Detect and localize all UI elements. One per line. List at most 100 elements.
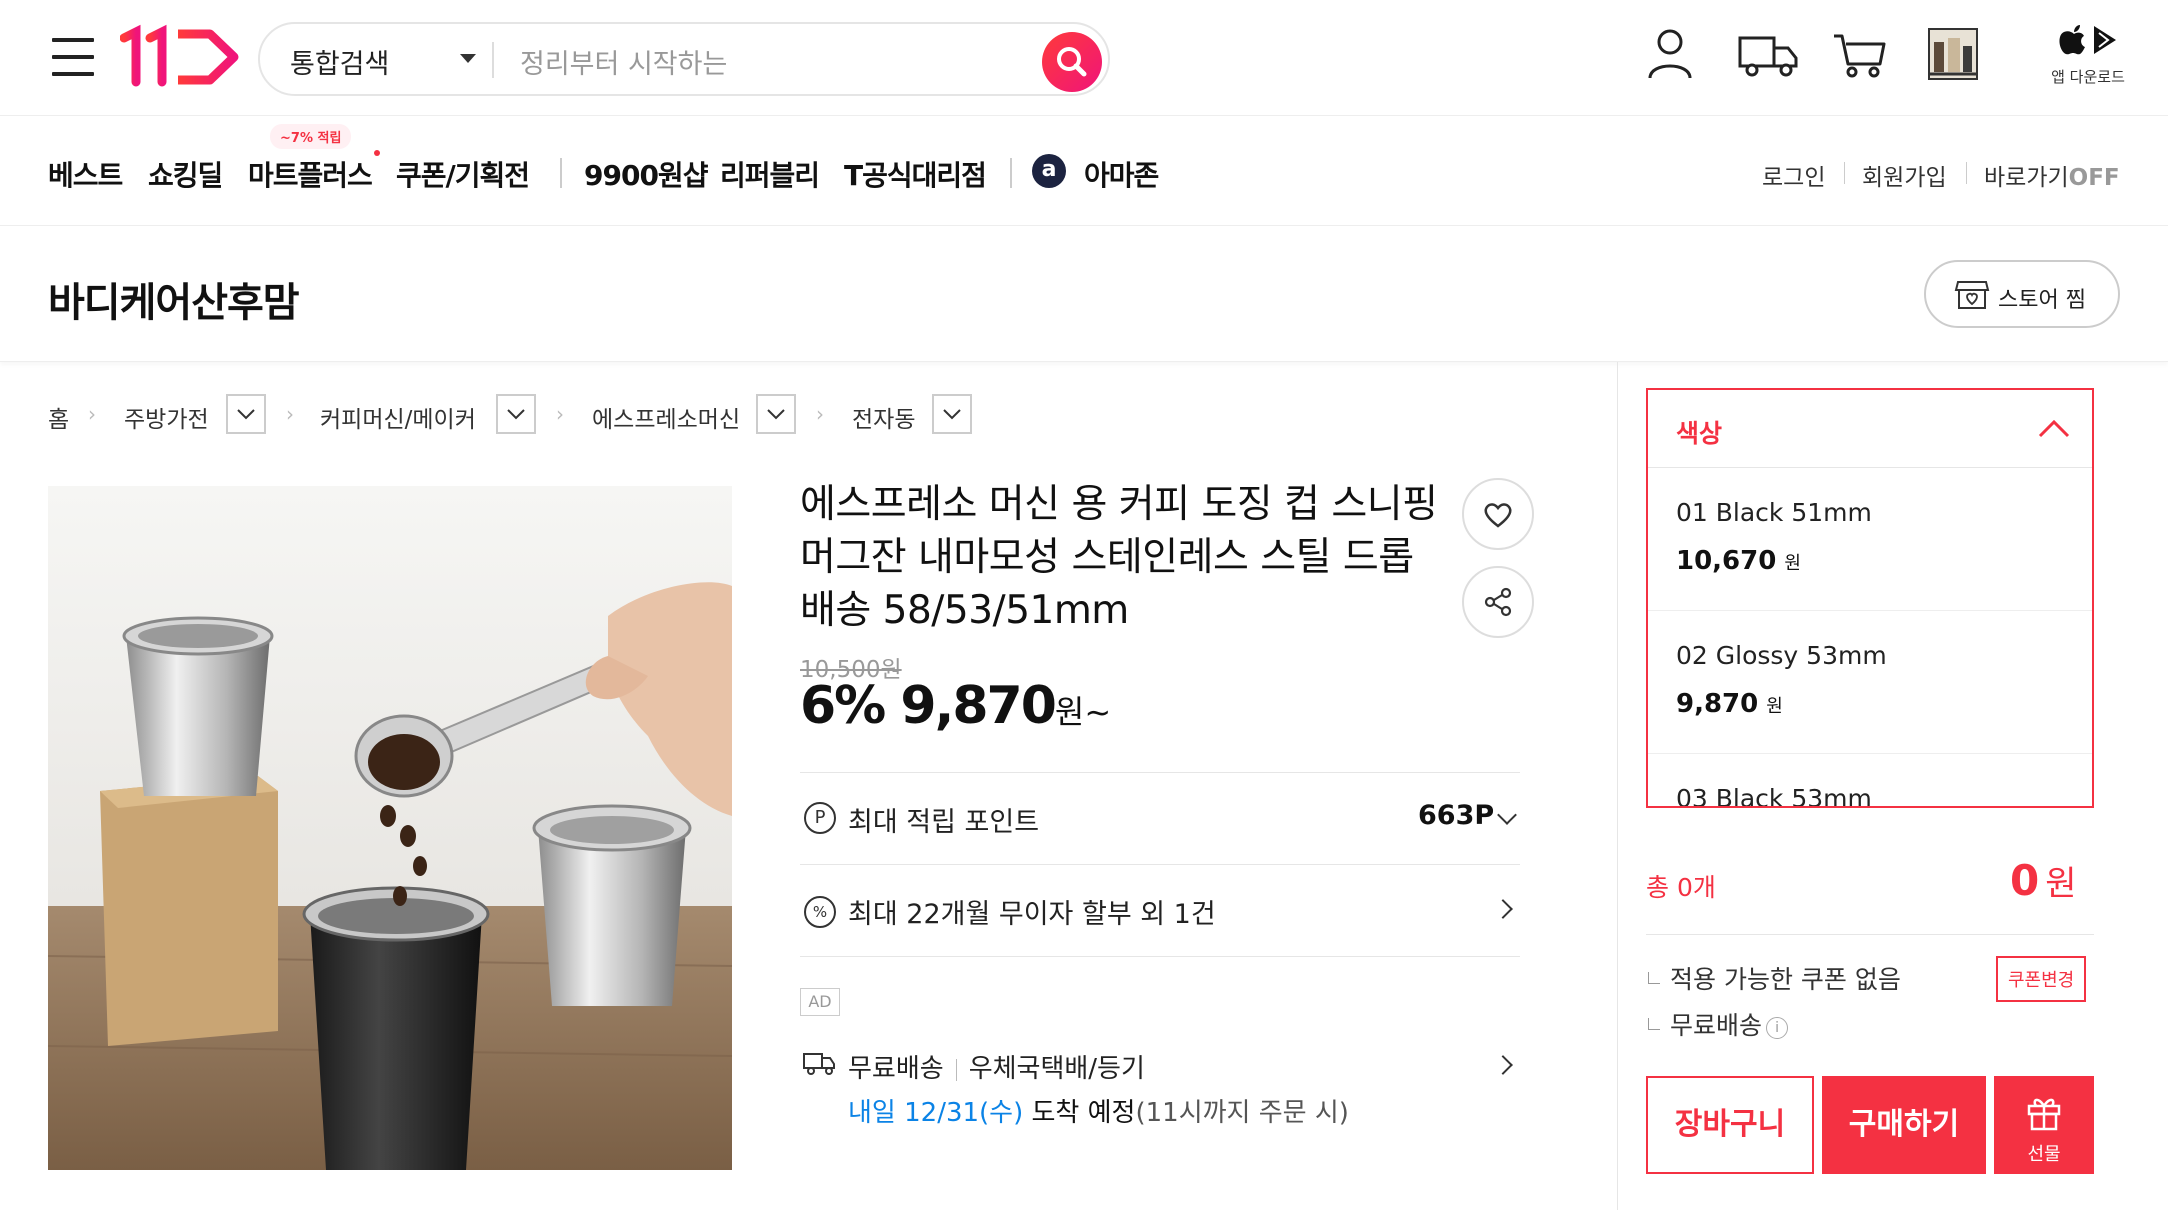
shortcut-toggle[interactable]: 바로가기OFF: [1984, 158, 2120, 192]
add-to-cart-button[interactable]: 장바구니: [1646, 1076, 1814, 1174]
option-item[interactable]: 02 Glossy 53mm 9,870 원: [1648, 611, 2092, 754]
search-input[interactable]: 정리부터 시작하는: [520, 42, 727, 81]
menu-icon[interactable]: [52, 38, 94, 76]
nav-item-refurbly[interactable]: 리퍼블리: [720, 154, 820, 194]
free-shipping-info: 무료배송 i: [1648, 1006, 1789, 1042]
util-divider: [1966, 162, 1967, 184]
recent-product-thumbnail[interactable]: [1928, 28, 1978, 80]
nav-item-amazon[interactable]: 아마존: [1084, 154, 1159, 194]
point-icon: P: [804, 802, 836, 834]
nav-item-coupon[interactable]: 쿠폰/기획전: [396, 154, 530, 194]
amazon-icon: a: [1032, 154, 1066, 188]
coupon-change-button[interactable]: 쿠폰변경: [1996, 956, 2087, 1002]
store-name[interactable]: 바디케어산후맘: [48, 270, 300, 328]
points-value[interactable]: 663P: [1418, 800, 1494, 831]
nav-item-mart-plus[interactable]: 마트플러스: [248, 154, 373, 194]
store-favorite-button[interactable]: 스토어 찜: [1924, 260, 2120, 328]
search-button[interactable]: [1042, 32, 1102, 92]
breadcrumb-home[interactable]: 홈: [48, 400, 69, 434]
chevron-down-icon[interactable]: [1497, 805, 1517, 825]
option-item[interactable]: 01 Black 51mm 10,670 원: [1648, 468, 2092, 611]
chevron-up-icon[interactable]: [2036, 414, 2072, 444]
option-price: 10,670 원: [1676, 546, 1801, 576]
delivery-date: 내일 12/31(수): [848, 1098, 1024, 1128]
store-heart-icon: [1954, 281, 1990, 309]
info-icon[interactable]: i: [1766, 1017, 1789, 1039]
chevron-right-icon: ›: [556, 402, 564, 426]
discount-rate: 6%: [800, 676, 886, 736]
delivery-note: (11시까지 주문 시): [1135, 1098, 1349, 1128]
chevron-down-icon[interactable]: [460, 54, 476, 63]
chevron-down-icon: [943, 409, 961, 420]
heart-icon: [1484, 503, 1512, 528]
buy-now-button[interactable]: 구매하기: [1822, 1076, 1986, 1174]
coupon-info: 적용 가능한 쿠폰 없음: [1648, 960, 1901, 996]
util-divider: [1844, 162, 1845, 184]
chevron-right-icon: ›: [88, 402, 96, 426]
nav-divider: [560, 158, 562, 188]
delivery-truck-icon[interactable]: [1734, 24, 1804, 84]
user-icon[interactable]: [1640, 24, 1700, 84]
breadcrumb-dropdown[interactable]: [932, 394, 972, 434]
panel-divider: [1617, 362, 1618, 1210]
option-header[interactable]: 색상: [1648, 390, 2092, 468]
divider: [800, 956, 1520, 957]
shortcut-state: OFF: [2068, 165, 2120, 191]
share-button[interactable]: [1462, 566, 1534, 638]
shipping-free-label: 무료배송: [848, 1054, 944, 1084]
sale-price: 9,870: [900, 676, 1056, 736]
option-header-label: 색상: [1676, 419, 1723, 448]
search-bar: 통합검색 정리부터 시작하는: [258, 22, 1110, 96]
installment-info[interactable]: 최대 22개월 무이자 할부 외 1건: [848, 892, 1216, 931]
signup-link[interactable]: 회원가입: [1862, 158, 1947, 192]
site-logo[interactable]: [119, 24, 242, 90]
divider: [800, 772, 1520, 773]
divider: [800, 864, 1520, 865]
cart-icon[interactable]: [1830, 24, 1890, 84]
login-link[interactable]: 로그인: [1762, 158, 1825, 192]
breadcrumb-dropdown[interactable]: [496, 394, 536, 434]
chevron-right-icon: ›: [816, 402, 824, 426]
nav-item-shocking-deal[interactable]: 쇼킹딜: [148, 154, 223, 194]
sale-price-row: 6% 9,870원~: [800, 676, 1111, 736]
apple-icon: [2059, 25, 2116, 55]
points-label: 최대 적립 포인트: [848, 807, 1040, 838]
main-nav: 베스트 쇼킹딜 ~7% 적립 마트플러스 쿠폰/기획전 9900원샵 리퍼블리 …: [0, 116, 2168, 226]
total-price: 0원: [2010, 856, 2077, 905]
nav-divider: [1010, 158, 1012, 188]
chevron-right-icon[interactable]: [1493, 899, 1513, 919]
breadcrumb-item[interactable]: 주방가전: [124, 400, 209, 434]
search-icon: [1057, 47, 1087, 77]
nav-item-9900-shop[interactable]: 9900원샵: [584, 154, 708, 194]
breadcrumb-dropdown[interactable]: [756, 394, 796, 434]
wishlist-button[interactable]: [1462, 478, 1534, 550]
option-item[interactable]: 03 Black 53mm: [1648, 754, 2092, 808]
product-image[interactable]: [48, 486, 732, 1170]
new-dot: [374, 150, 380, 156]
app-download-label: 앱 다운로드: [2051, 68, 2125, 86]
shipping-truck-icon: [803, 1053, 835, 1075]
divider: [492, 42, 494, 78]
divider: [955, 1058, 957, 1081]
breadcrumb-dropdown[interactable]: [226, 394, 266, 434]
free-shipping-text: 무료배송: [1670, 1011, 1763, 1040]
nav-item-t-agency[interactable]: T공식대리점: [844, 154, 987, 194]
ad-tag: AD: [800, 988, 840, 1016]
breadcrumb-item[interactable]: 커피머신/메이커: [320, 400, 476, 434]
header: 통합검색 정리부터 시작하는 앱 다운로드: [0, 0, 2168, 116]
delivery-estimate: 내일 12/31(수) 도착 예정(11시까지 주문 시): [848, 1092, 1349, 1129]
search-category-select[interactable]: 통합검색: [290, 42, 389, 81]
app-download-button[interactable]: 앱 다운로드: [2044, 20, 2132, 92]
chevron-right-icon[interactable]: [1493, 1055, 1513, 1075]
product-title: 에스프레소 머신 용 커피 도징 컵 스니핑 머그잔 내마모성 스테인레스 스틸…: [800, 482, 1438, 633]
option-name: 03 Black 53mm: [1676, 784, 1872, 808]
breadcrumb-item[interactable]: 전자동: [852, 400, 915, 434]
breadcrumb-item[interactable]: 에스프레소머신: [592, 400, 740, 434]
installment-icon: %: [804, 896, 836, 928]
share-icon: [1484, 587, 1512, 617]
gift-button[interactable]: 선물: [1994, 1076, 2094, 1174]
divider: [1646, 934, 2094, 935]
total-count: 총 0개: [1646, 873, 1716, 902]
nav-item-best[interactable]: 베스트: [48, 154, 123, 194]
coupon-text: 적용 가능한 쿠폰 없음: [1670, 965, 1901, 994]
